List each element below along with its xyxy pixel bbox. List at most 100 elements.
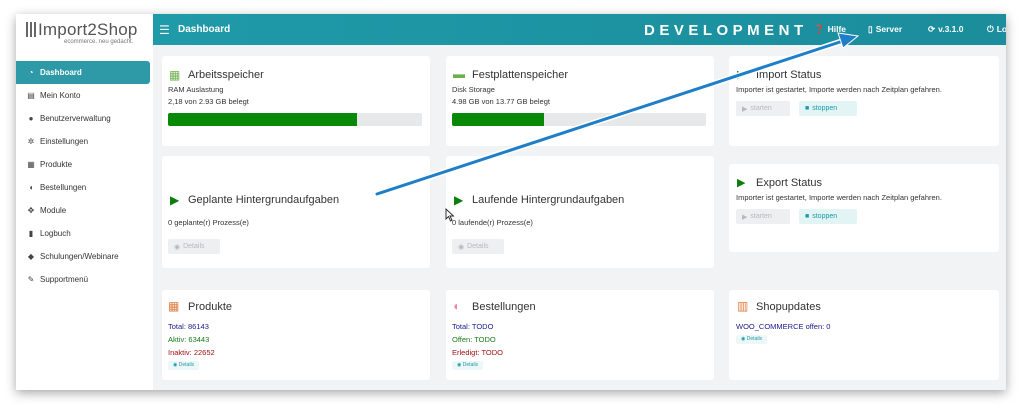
orders-total: Total: TODO <box>452 322 494 331</box>
button-label: starten <box>750 213 772 220</box>
mouse-cursor-icon <box>445 208 455 222</box>
running-details-button[interactable]: ◉ Details <box>452 239 504 254</box>
products-details-button[interactable]: ◉ Details <box>168 361 200 370</box>
play-icon: ▶ <box>737 69 746 81</box>
logo[interactable]: Import2Shop ecommerce. neu gedacht. <box>24 18 154 52</box>
ram-progress-fill <box>168 113 357 126</box>
help-label: Hilfe <box>827 24 847 34</box>
products-active: Aktiv: 63443 <box>168 335 210 344</box>
planned-details-button[interactable]: ◉ Details <box>168 239 220 254</box>
orders-details-button[interactable]: ◉ Details <box>452 361 484 370</box>
button-label: Details <box>178 362 195 368</box>
sidebar-item-produkte[interactable]: ▦ Produkte <box>16 153 150 176</box>
sidebar: Import2Shop ecommerce. neu gedacht. ◔ Da… <box>16 14 153 390</box>
products-inactive: Inaktiv: 22652 <box>168 348 215 357</box>
app-window: Import2Shop ecommerce. neu gedacht. ◔ Da… <box>16 14 1006 390</box>
version-label: v.3.1.0 <box>938 24 964 34</box>
sidebar-item-label: Bestellungen <box>40 183 87 192</box>
support-icon: ✎ <box>27 275 35 284</box>
logout-label: Logou <box>996 24 1006 34</box>
button-label: starten <box>750 105 772 112</box>
card-title: Export Status <box>756 177 823 189</box>
sidebar-item-label: Logbuch <box>40 229 71 238</box>
card-title: Import Status <box>756 69 822 81</box>
button-label: Details <box>183 243 205 250</box>
play-icon: ▶ <box>454 193 464 207</box>
piggy-bank-icon: ◖ <box>28 183 34 192</box>
card-title: Laufende Hintergrundaufgaben <box>472 194 625 206</box>
disk-usage-text: 4.98 GB von 13.77 GB belegt <box>452 97 550 106</box>
stop-icon: ■ <box>805 213 810 220</box>
question-circle-icon: ❓ <box>814 24 825 34</box>
sidebar-item-logbuch[interactable]: ▮ Logbuch <box>16 222 150 245</box>
orders-done: Erledigt: TODO <box>452 348 503 357</box>
logout-link[interactable]: ⏻Logou <box>987 24 1006 35</box>
sidebar-item-benutzerverwaltung[interactable]: ● Benutzerverwaltung <box>16 107 150 130</box>
import-stop-button[interactable]: ■ stoppen <box>799 101 857 116</box>
boxes-icon: ▦ <box>27 160 35 169</box>
button-label: Details <box>746 336 763 342</box>
running-process-count: 0 laufende(r) Prozess(e) <box>452 218 533 227</box>
sidebar-item-label: Module <box>40 206 67 215</box>
orders-open: Offen: TODO <box>452 335 496 344</box>
gears-icon: ✲ <box>27 137 35 146</box>
card-title: Produkte <box>188 301 233 313</box>
page-title: Dashboard <box>178 24 231 35</box>
play-icon: ▶ <box>170 193 180 207</box>
ram-card: Arbeitsspeicher ▦ RAM Auslastung 2,18 vo… <box>162 56 430 146</box>
sidebar-item-label: Mein Konto <box>40 91 81 100</box>
play-icon: ▶ <box>742 105 748 113</box>
hamburger-menu-icon[interactable]: ☰ <box>159 23 170 37</box>
piggy-bank-icon: ◖ <box>452 299 460 313</box>
server-label: Server <box>875 24 903 34</box>
import-start-button[interactable]: ▶ starten <box>736 101 790 116</box>
products-card: ▦ Produkte Total: 86143 Aktiv: 63443 Ina… <box>162 290 430 380</box>
sidebar-nav: ◔ Dashboard ▤ Mein Konto ● Benutzerverwa… <box>16 61 150 291</box>
store-icon: ▥ <box>737 299 749 313</box>
export-status-message: Importer ist gestartet, Importe werden n… <box>736 193 942 202</box>
modules-icon: ✥ <box>27 206 35 215</box>
export-stop-button[interactable]: ■ stoppen <box>799 209 857 224</box>
topbar: ☰ Dashboard DEVELOPMENT ❓ Hilfe ▯ Server ⟳… <box>153 14 1006 45</box>
sidebar-item-label: Einstellungen <box>40 137 89 146</box>
import-status-message: Importer ist gestartet, Importe werden n… <box>736 85 942 94</box>
logo-text: Import2Shop <box>38 20 138 39</box>
sidebar-item-label: Benutzerverwaltung <box>40 114 111 123</box>
version-link[interactable]: ⟳ v.3.1.0 <box>928 24 964 35</box>
card-subtitle: Disk Storage <box>452 85 495 94</box>
sidebar-item-bestellungen[interactable]: ◖ Bestellungen <box>16 176 150 199</box>
shopupdates-details-button[interactable]: ◉ Details <box>736 335 768 344</box>
sidebar-item-supportmenu[interactable]: ✎ Supportmenü <box>16 268 150 291</box>
logo-bars-icon <box>26 22 36 37</box>
graduation-icon: ◆ <box>27 252 35 261</box>
help-link[interactable]: ❓ Hilfe <box>814 24 846 35</box>
memory-icon: ▦ <box>169 68 181 82</box>
products-total: Total: 86143 <box>168 322 209 331</box>
server-link[interactable]: ▯ Server <box>868 24 902 35</box>
play-icon: ▶ <box>737 177 746 189</box>
export-status-card: ▶ Export Status Importer ist gestartet, … <box>729 164 999 252</box>
logo-tagline: ecommerce. neu gedacht. <box>64 39 134 45</box>
card-title: Geplante Hintergrundaufgaben <box>188 194 340 206</box>
running-tasks-card: ▶ Laufende Hintergrundaufgaben 0 laufend… <box>446 156 714 268</box>
disk-card: Festplattenspeicher ▬ Disk Storage 4.98 … <box>446 56 714 146</box>
ram-usage-text: 2,18 von 2.93 GB belegt <box>168 97 249 106</box>
dashboard-icon: ◔ <box>28 68 34 77</box>
sidebar-item-module[interactable]: ✥ Module <box>16 199 150 222</box>
sidebar-item-label: Schulungen/Webinare <box>40 252 119 261</box>
account-icon: ▤ <box>27 91 35 100</box>
button-label: stoppen <box>812 213 838 220</box>
sidebar-item-mein-konto[interactable]: ▤ Mein Konto <box>16 84 150 107</box>
play-icon: ▶ <box>742 213 748 221</box>
hard-disk-icon: ▬ <box>453 67 465 81</box>
sync-icon: ⟳ <box>928 24 936 34</box>
disk-progress-fill <box>452 113 544 126</box>
planned-tasks-card: ▶ Geplante Hintergrundaufgaben 0 geplant… <box>162 156 430 268</box>
orders-card: ◖ Bestellungen Total: TODO Offen: TODO E… <box>446 290 714 380</box>
card-subtitle: RAM Auslastung <box>168 85 224 94</box>
export-start-button[interactable]: ▶ starten <box>736 209 790 224</box>
sidebar-item-schulungen[interactable]: ◆ Schulungen/Webinare <box>16 245 150 268</box>
logbook-icon: ▮ <box>28 229 34 238</box>
sidebar-item-dashboard[interactable]: ◔ Dashboard <box>16 61 150 84</box>
sidebar-item-einstellungen[interactable]: ✲ Einstellungen <box>16 130 150 153</box>
